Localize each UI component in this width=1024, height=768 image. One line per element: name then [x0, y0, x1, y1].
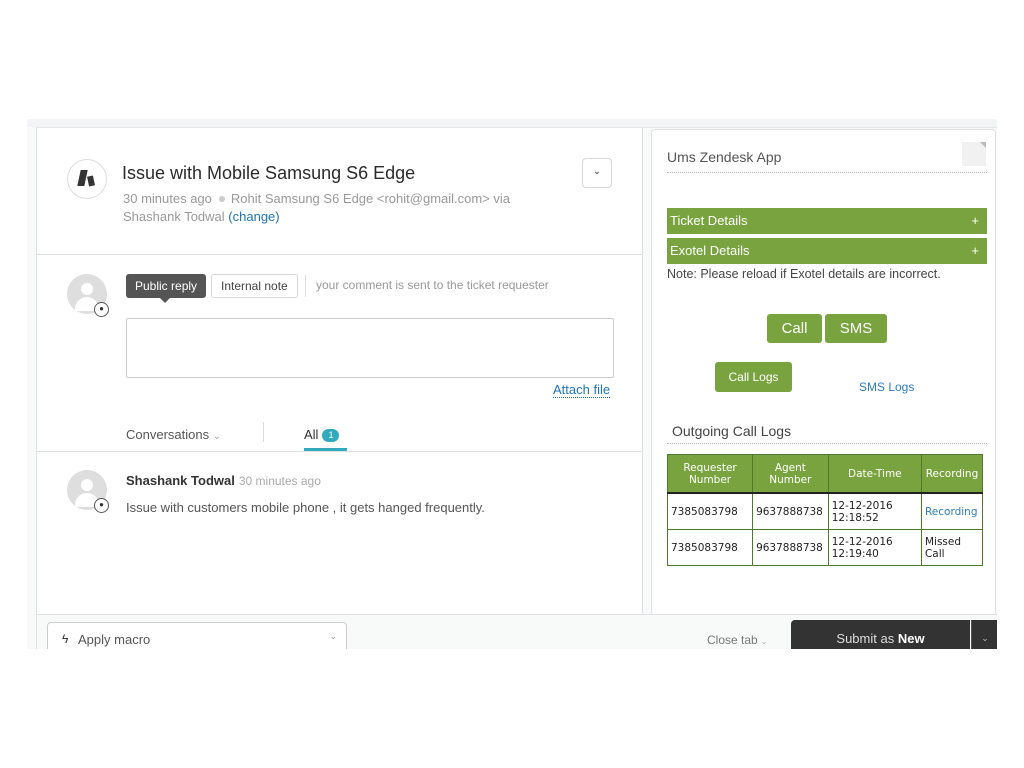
accordion-label: Exotel Details [670, 243, 750, 258]
ticket-time: 30 minutes ago [123, 191, 212, 206]
conversations-label: Conversations [126, 427, 210, 442]
column-header: Agent Number [752, 454, 829, 494]
app-logo-icon [962, 142, 986, 166]
composer-hint: your comment is sent to the ticket reque… [316, 278, 549, 292]
requester-number: 7385083798 [666, 492, 754, 530]
close-tab-dropdown[interactable]: Close tab ⌄ [707, 633, 767, 647]
brand-logo-icon [67, 159, 107, 199]
ticket-assignee: Shashank Todwal [123, 209, 225, 224]
ticket-title: Issue with Mobile Samsung S6 Edge [122, 163, 416, 183]
public-reply-tab[interactable]: Public reply [126, 274, 207, 303]
exotel-note: Note: Please reload if Exotel details ar… [667, 267, 941, 281]
recording-cell: Recording [920, 492, 984, 530]
chevron-down-icon: ⌄ [329, 631, 337, 641]
call-logs-table: Requester Number Agent Number Date-Time … [666, 454, 984, 566]
ticket-header: Issue with Mobile Samsung S6 Edge 30 min… [37, 128, 642, 255]
call-button[interactable]: Call [767, 314, 822, 343]
ticket-requester: Rohit Samsung S6 Edge <rohit@gmail.com> … [230, 191, 511, 206]
column-header: Requester Number [666, 454, 754, 494]
submit-status: New [897, 631, 925, 646]
agent-number: 9637888738 [752, 492, 829, 530]
recording-link[interactable]: Recording [925, 506, 978, 518]
ums-zendesk-app-panel: Ums Zendesk App Ticket Details + Exotel … [651, 129, 996, 616]
apply-macro-label: Apply macro [78, 632, 151, 647]
ticket-meta: 30 minutes ago Rohit Samsung S6 Edge <roh… [123, 190, 563, 226]
submit-prefix: Submit as [836, 631, 895, 646]
zendesk-frame: Issue with Mobile Samsung S6 Edge 30 min… [27, 119, 997, 649]
call-logs-tab[interactable]: Call Logs [715, 362, 792, 392]
lightning-icon: ϟ [62, 632, 69, 646]
user-badge-icon: ● [94, 498, 109, 513]
active-tab-indicator [304, 448, 347, 451]
submit-options-button[interactable]: ⌄ [971, 620, 997, 649]
chevron-down-icon: ⌄ [213, 431, 221, 441]
sms-logs-tab[interactable]: SMS Logs [859, 380, 914, 394]
submit-button[interactable]: Submit as New [791, 620, 970, 649]
divider [667, 443, 987, 444]
all-label: All [304, 427, 319, 442]
ticket-options-button[interactable]: ⌄ [582, 158, 612, 188]
date-time: 12-12-2016 12:18:52 [827, 492, 922, 530]
requester-number: 7385083798 [666, 529, 754, 566]
chevron-down-icon: ⌄ [760, 637, 768, 646]
divider [263, 422, 264, 442]
user-badge-icon: ● [94, 302, 109, 317]
ticket-main-pane: Issue with Mobile Samsung S6 Edge 30 min… [37, 128, 643, 614]
divider [667, 172, 987, 173]
conversations-filter[interactable]: Conversations ⌄ [126, 427, 221, 442]
reply-textarea[interactable] [126, 318, 614, 378]
recording-status: Missed Call [920, 529, 984, 566]
separator-dot [218, 196, 225, 203]
plus-icon: + [971, 213, 979, 228]
chevron-down-icon: ⌄ [592, 166, 602, 177]
attach-file-link[interactable]: Attach file [553, 383, 611, 398]
table-row: 7385083798 9637888738 12-12-2016 12:19:40… [666, 529, 984, 566]
top-strip [27, 119, 997, 128]
comment-body: Issue with customers mobile phone , it g… [126, 500, 485, 515]
comment-item: ● Shashank Todwal 30 minutes ago Issue wi… [37, 452, 642, 612]
divider [305, 275, 306, 297]
comment-author: Shashank Todwal 30 minutes ago [126, 473, 321, 488]
column-header: Recording [920, 454, 984, 494]
apply-macro-dropdown[interactable]: ϟ Apply macro ⌄ [47, 622, 347, 649]
chevron-down-icon: ⌄ [981, 633, 989, 643]
table-row: 7385083798 9637888738 12-12-2016 12:18:52… [666, 492, 984, 530]
table-header-row: Requester Number Agent Number Date-Time … [666, 454, 984, 494]
accordion-label: Ticket Details [670, 213, 748, 228]
column-header: Date-Time [827, 454, 922, 494]
plus-icon: + [971, 243, 979, 258]
ticket-footer: ϟ Apply macro ⌄ Close tab ⌄ Submit as New… [37, 614, 997, 649]
sms-button[interactable]: SMS [825, 314, 887, 343]
count-badge: 1 [322, 429, 340, 442]
close-tab-label: Close tab [707, 633, 758, 647]
reply-composer: ● Public reply Internal note your commen… [37, 255, 642, 452]
date-time: 12-12-2016 12:19:40 [827, 529, 922, 566]
left-rail [27, 127, 37, 649]
internal-note-tab[interactable]: Internal note [211, 274, 298, 298]
exotel-details-accordion[interactable]: Exotel Details + [667, 238, 987, 264]
outgoing-call-logs-title: Outgoing Call Logs [672, 423, 792, 439]
change-requester-link[interactable]: (change) [228, 209, 279, 224]
comment-time: 30 minutes ago [238, 474, 321, 488]
app-title: Ums Zendesk App [667, 149, 782, 165]
agent-number: 9637888738 [752, 529, 829, 566]
ticket-details-accordion[interactable]: Ticket Details + [667, 208, 987, 234]
tab-all[interactable]: All 1 [304, 427, 340, 442]
